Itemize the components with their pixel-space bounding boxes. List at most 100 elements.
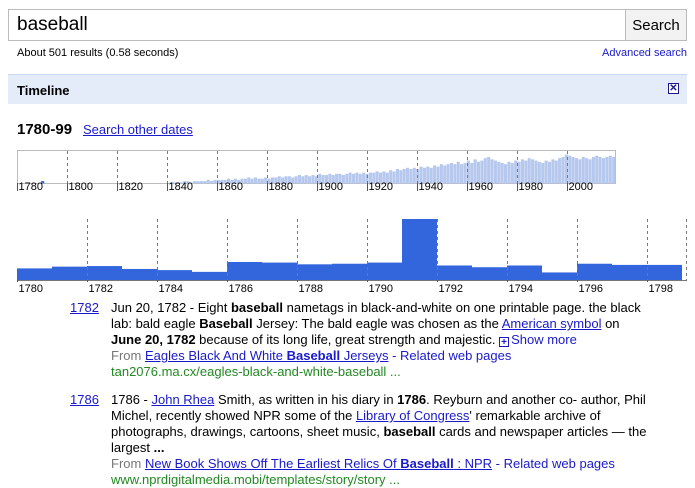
detail-bar: [87, 266, 122, 280]
detail-axis-label: 1798: [648, 283, 673, 295]
advanced-search-link[interactable]: Advanced search: [602, 47, 687, 59]
source-link[interactable]: Eagles Black And White Baseball Jerseys: [145, 348, 389, 363]
overview-bar: [297, 175, 301, 184]
overview-bar: [443, 165, 447, 184]
overview-axis-label: 1840: [168, 181, 193, 193]
overview-axis-label: 1920: [368, 181, 393, 193]
detail-bar: [402, 219, 437, 280]
close-icon[interactable]: ✕: [668, 83, 679, 94]
highlight: 1786: [397, 392, 427, 407]
overview-bar: [449, 162, 454, 184]
result-snippet: 1786 - John Rhea Smith, as written in hi…: [111, 392, 651, 456]
detail-bar: [227, 261, 262, 280]
overview-bar: [304, 175, 308, 184]
detail-bar: [192, 271, 227, 280]
overview-bar: [203, 181, 207, 184]
overview-bar: [571, 156, 575, 184]
overview-bar: [551, 159, 555, 184]
inline-link[interactable]: John Rhea: [151, 392, 214, 407]
result-url: www.nprdigitalmedia.mobi/templates/story…: [111, 472, 400, 487]
show-more-link[interactable]: + Show more: [499, 332, 577, 348]
result-source: From Eagles Black And White Baseball Jer…: [111, 348, 651, 364]
overview-bar: [514, 160, 518, 184]
related-pages-link[interactable]: - Related web pages: [492, 456, 615, 471]
overview-bar: [558, 158, 562, 184]
highlight: baseball: [383, 424, 436, 439]
search-input[interactable]: [8, 9, 625, 41]
highlight: Baseball: [199, 316, 253, 331]
related-pages-link[interactable]: - Related web pages: [388, 348, 511, 363]
snippet-text: Smith, as written in his diary in: [214, 392, 398, 407]
overview-axis-label: 1960: [468, 181, 493, 193]
detail-bar: [577, 263, 612, 280]
overview-bar: [206, 179, 210, 184]
overview-axis-label: 1900: [318, 181, 343, 193]
source-link[interactable]: New Book Shows Off The Earliest Relics O…: [145, 456, 492, 471]
search-other-dates-link[interactable]: Search other dates: [83, 122, 193, 137]
source-highlight: Baseball: [286, 348, 341, 363]
overview-axis-label: 1800: [68, 181, 93, 193]
timeline-title: Timeline: [17, 83, 70, 98]
snippet-text: on: [601, 316, 620, 331]
overview-bar: [199, 181, 204, 184]
detail-bar: [122, 268, 157, 280]
overview-bar: [362, 172, 366, 184]
overview-bar: [412, 167, 416, 184]
detail-bar: [157, 270, 192, 280]
overview-bar: [355, 172, 359, 184]
overview-timeline[interactable]: 1780 1800 1820 1840 1860 1880 1900 1920 1940 1960…: [17, 150, 617, 200]
detail-axis-label: 1784: [158, 283, 183, 295]
overview-bar: [507, 161, 511, 184]
snippet-text: Jun 20, 1782 - Eight: [111, 300, 231, 315]
detail-axis-label: 1790: [368, 283, 393, 295]
overview-bar: [544, 160, 548, 184]
overview-bar: [531, 159, 535, 184]
overview-axis-label: 1980: [518, 181, 543, 193]
overview-bar: [595, 155, 599, 184]
overview-bar: [409, 169, 413, 184]
overview-bar: [308, 176, 312, 184]
inline-link[interactable]: Library of Congress: [356, 408, 469, 423]
result-url: tan2076.ma.cx/eagles-black-and-white-bas…: [111, 364, 401, 379]
snippet-text: because of its long life, great strength…: [195, 332, 500, 347]
overview-bar: [605, 156, 609, 184]
detail-bar: [297, 264, 332, 280]
overview-bar: [487, 156, 491, 184]
detail-axis-label: 1780: [18, 283, 43, 295]
detail-bar: [367, 262, 402, 280]
detail-axis-label: 1792: [438, 283, 463, 295]
overview-bar: [527, 158, 531, 184]
source-highlight: Baseball: [400, 456, 454, 471]
result-stats: About 501 results (0.58 seconds): [17, 47, 179, 59]
result-year-link[interactable]: 1782: [70, 300, 99, 315]
overview-bar: [250, 178, 254, 184]
detail-bar: [507, 265, 542, 280]
overview-bar: [210, 181, 214, 184]
detail-axis-label: 1794: [508, 283, 533, 295]
overview-bar: [598, 156, 602, 184]
search-button[interactable]: Search: [625, 9, 687, 41]
detail-bar: [542, 272, 577, 280]
overview-bar: [493, 160, 497, 184]
overview-axis-label: 1860: [218, 181, 243, 193]
overview-bar: [446, 164, 450, 184]
overview-bar: [193, 181, 197, 184]
result-year-link[interactable]: 1786: [70, 392, 99, 407]
detail-histogram[interactable]: [17, 219, 687, 283]
overview-bar: [574, 158, 579, 184]
inline-link[interactable]: American symbol: [502, 316, 602, 331]
detail-bar: [52, 266, 87, 280]
overview-bar: [456, 161, 460, 184]
overview-axis-label: 1880: [268, 181, 293, 193]
overview-bar: [460, 164, 464, 184]
overview-bar: [301, 176, 305, 184]
overview-axis-label: 1780: [18, 181, 43, 193]
source-text: New Book Shows Off The Earliest Relics O…: [144, 456, 401, 471]
detail-timeline[interactable]: 1780 1782 1784 1786 1788 1790 1792 1794 1796 1798: [17, 219, 687, 295]
overview-bar: [243, 178, 247, 184]
date-range-title: 1780-99: [17, 121, 73, 138]
overview-bar: [213, 179, 217, 184]
result-snippet: Jun 20, 1782 - Eight baseball nametags i…: [111, 300, 651, 348]
snippet-text: Jersey: The bald eagle was chosen as the: [252, 316, 502, 331]
overview-bar: [520, 159, 524, 184]
